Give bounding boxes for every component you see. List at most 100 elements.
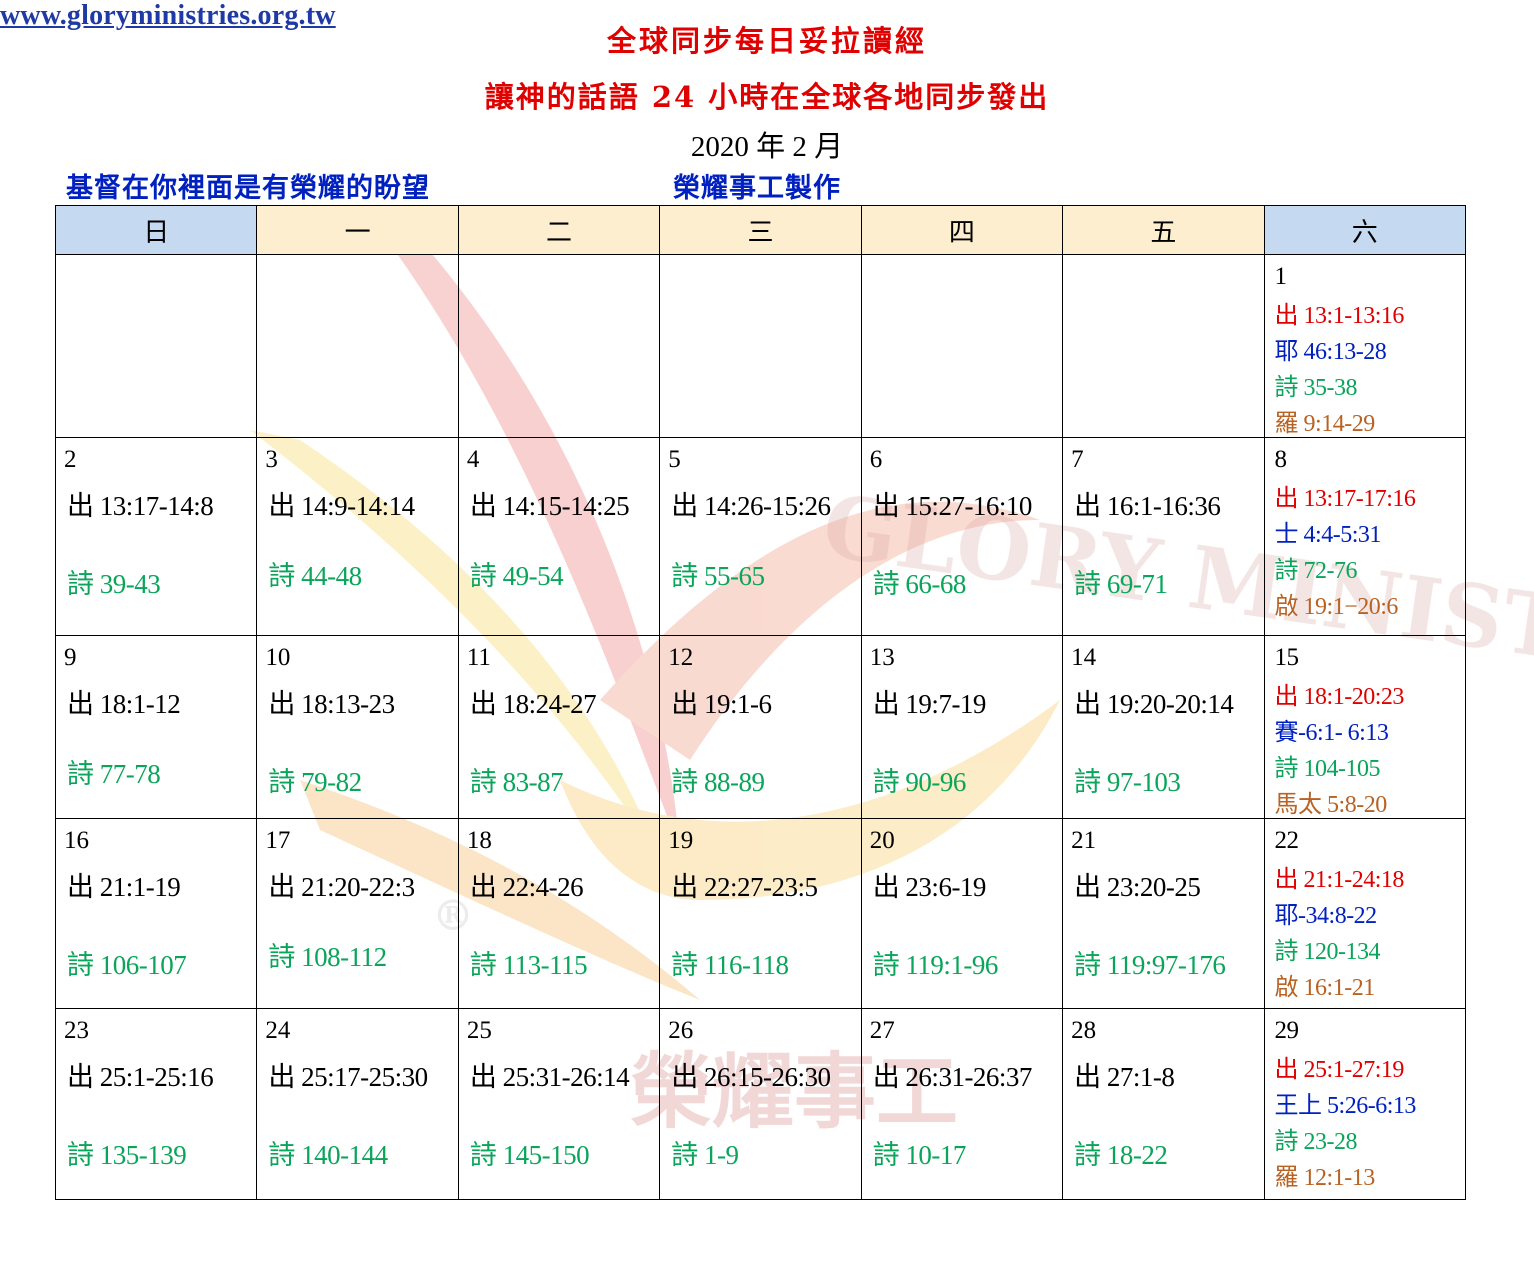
daily-reading: 出 18:1-12 bbox=[67, 689, 181, 719]
day-number: 17 bbox=[265, 827, 291, 854]
psalms-reading: 詩 119:1-96 bbox=[872, 950, 999, 980]
day-number: 21 bbox=[1071, 827, 1097, 854]
haftarah-reading: 賽-6:1- 6:13 bbox=[1274, 720, 1389, 746]
calendar-day: 2 出 13:17-14:8 詩 39-43 bbox=[54, 437, 258, 636]
daily-reading: 出 13:17-14:8 bbox=[67, 491, 214, 521]
psalms-reading: 詩 55-65 bbox=[671, 561, 765, 591]
haftarah-reading: 士 4:4-5:31 bbox=[1274, 522, 1382, 548]
day-number: 29 bbox=[1274, 1017, 1300, 1044]
haftarah-reading: 耶-34:8-22 bbox=[1274, 903, 1378, 929]
calendar-day: 20 出 23:6-19 詩 119:1-96 bbox=[860, 818, 1064, 1009]
day-number: 15 bbox=[1274, 644, 1300, 671]
calendar-day-sabbath: 29 出 25:1-27:19 王上 5:26-6:13 詩 23-28 羅 1… bbox=[1263, 1008, 1467, 1200]
page-title: 全球同步每日妥拉讀經 bbox=[606, 24, 927, 58]
new-testament-reading: 羅 12:1-13 bbox=[1274, 1165, 1376, 1191]
psalms-reading: 詩 49-54 bbox=[469, 561, 564, 591]
calendar-week: 1 出 13:1-13:16 耶 46:13-28 詩 35-38 羅 9:14… bbox=[54, 254, 1467, 438]
maker-text: 榮耀事工製作 bbox=[673, 173, 841, 204]
psalms-reading: 詩 104-105 bbox=[1274, 756, 1381, 782]
day-number: 25 bbox=[466, 1017, 492, 1044]
daily-reading: 出 14:15-14:25 bbox=[469, 491, 630, 521]
calendar-day: 18 出 22:4-26 詩 113-115 bbox=[457, 818, 661, 1009]
calendar-day: 19 出 22:27-23:5 詩 116-118 bbox=[659, 818, 862, 1009]
daily-reading: 出 21:20-22:3 bbox=[268, 872, 415, 902]
psalms-reading: 詩 66-68 bbox=[872, 569, 967, 599]
daily-reading: 出 14:9-14:14 bbox=[268, 491, 415, 521]
calendar-day-sabbath: 8 出 13:17-17:16 士 4:4-5:31 詩 72-76 啟 19:… bbox=[1263, 437, 1467, 636]
weekday-sun: 日 bbox=[54, 205, 258, 255]
psalms-reading: 詩 116-118 bbox=[671, 950, 789, 980]
daily-reading: 出 27:1-8 bbox=[1074, 1062, 1175, 1092]
calendar-day: 7 出 16:1-16:36 詩 69-71 bbox=[1062, 437, 1265, 636]
day-number: 8 bbox=[1274, 446, 1288, 473]
calendar-week: 23 出 25:1-25:16 詩 135-139 24 出 25:17-25:30 詩… bbox=[54, 1008, 1467, 1200]
day-number: 16 bbox=[64, 827, 89, 854]
day-number: 13 bbox=[869, 644, 895, 671]
psalms-reading: 詩 18-22 bbox=[1074, 1140, 1168, 1170]
daily-reading: 出 18:24-27 bbox=[469, 689, 597, 719]
daily-reading: 出 15:27-16:10 bbox=[872, 491, 1033, 521]
new-testament-reading: 啟 16:1-21 bbox=[1274, 975, 1376, 1001]
day-number: 23 bbox=[64, 1017, 89, 1044]
calendar-day-empty bbox=[256, 254, 459, 438]
calendar-day: 13 出 19:7-19 詩 90-96 bbox=[860, 635, 1064, 819]
calendar-day: 12 出 19:1-6 詩 88-89 bbox=[659, 635, 862, 819]
weekday-thu: 四 bbox=[860, 205, 1064, 255]
day-number: 11 bbox=[466, 644, 491, 671]
weekday-wed: 三 bbox=[659, 205, 862, 255]
calendar-day: 23 出 25:1-25:16 詩 135-139 bbox=[54, 1008, 258, 1200]
calendar-week: 9 出 18:1-12 詩 77-78 10 出 18:13-23 詩 79-82 11… bbox=[54, 635, 1467, 819]
day-number: 9 bbox=[64, 644, 77, 671]
calendar-day: 10 出 18:13-23 詩 79-82 bbox=[256, 635, 459, 819]
day-number: 14 bbox=[1071, 644, 1097, 671]
weekday-sat: 六 bbox=[1263, 205, 1467, 255]
psalms-reading: 詩 72-76 bbox=[1274, 558, 1358, 584]
day-number: 6 bbox=[869, 446, 883, 473]
psalms-reading: 詩 119:97-176 bbox=[1074, 950, 1226, 980]
psalms-reading: 詩 79-82 bbox=[268, 767, 362, 797]
daily-reading: 出 25:17-25:30 bbox=[268, 1062, 428, 1092]
calendar-day-sabbath: 22 出 21:1-24:18 耶-34:8-22 詩 120-134 啟 16… bbox=[1263, 818, 1467, 1009]
psalms-reading: 詩 90-96 bbox=[872, 767, 967, 797]
psalms-reading: 詩 83-87 bbox=[469, 767, 564, 797]
new-testament-reading: 馬太 5:8-20 bbox=[1274, 792, 1388, 818]
day-number: 18 bbox=[466, 827, 492, 854]
torah-portion: 出 18:1-20:23 bbox=[1274, 684, 1405, 710]
calendar-day-sabbath: 1 出 13:1-13:16 耶 46:13-28 詩 35-38 羅 9:14… bbox=[1263, 254, 1467, 438]
daily-reading: 出 19:7-19 bbox=[872, 689, 987, 719]
calendar-day: 24 出 25:17-25:30 詩 140-144 bbox=[256, 1008, 459, 1200]
calendar-day-empty bbox=[659, 254, 862, 438]
daily-reading: 出 19:1-6 bbox=[671, 689, 772, 719]
psalms-reading: 詩 120-134 bbox=[1274, 939, 1381, 965]
daily-reading: 出 26:31-26:37 bbox=[872, 1062, 1033, 1092]
psalms-reading: 詩 106-107 bbox=[67, 950, 187, 980]
daily-reading: 出 22:4-26 bbox=[469, 872, 584, 902]
daily-reading: 出 21:1-19 bbox=[67, 872, 181, 902]
day-number: 28 bbox=[1071, 1017, 1097, 1044]
calendar-day-sabbath: 15 出 18:1-20:23 賽-6:1- 6:13 詩 104-105 馬太… bbox=[1263, 635, 1467, 819]
calendar-day: 27 出 26:31-26:37 詩 10-17 bbox=[860, 1008, 1064, 1200]
torah-portion: 出 25:1-27:19 bbox=[1274, 1057, 1405, 1083]
calendar-day-empty bbox=[1062, 254, 1265, 438]
psalms-reading: 詩 108-112 bbox=[268, 942, 387, 972]
psalms-reading: 詩 23-28 bbox=[1274, 1129, 1358, 1155]
day-number: 2 bbox=[64, 446, 77, 473]
daily-reading: 出 18:13-23 bbox=[268, 689, 395, 719]
day-number: 10 bbox=[265, 644, 291, 671]
calendar-day: 5 出 14:26-15:26 詩 55-65 bbox=[659, 437, 862, 636]
daily-reading: 出 25:1-25:16 bbox=[67, 1062, 214, 1092]
psalms-reading: 詩 97-103 bbox=[1074, 767, 1181, 797]
day-number: 4 bbox=[466, 446, 480, 473]
new-testament-reading: 羅 9:14-29 bbox=[1274, 411, 1376, 437]
page-subtitle: 讓神的話語 24 小時在全球各地同步發出 bbox=[484, 80, 1050, 114]
torah-portion: 出 13:17-17:16 bbox=[1274, 486, 1416, 512]
day-number: 12 bbox=[668, 644, 694, 671]
day-number: 7 bbox=[1071, 446, 1084, 473]
calendar-day-empty bbox=[860, 254, 1064, 438]
psalms-reading: 詩 35-38 bbox=[1274, 375, 1358, 401]
psalms-reading: 詩 77-78 bbox=[67, 759, 161, 789]
day-number: 1 bbox=[1274, 263, 1288, 290]
weekday-tue: 二 bbox=[457, 205, 661, 255]
psalms-reading: 詩 113-115 bbox=[469, 950, 588, 980]
psalms-reading: 詩 88-89 bbox=[671, 767, 765, 797]
